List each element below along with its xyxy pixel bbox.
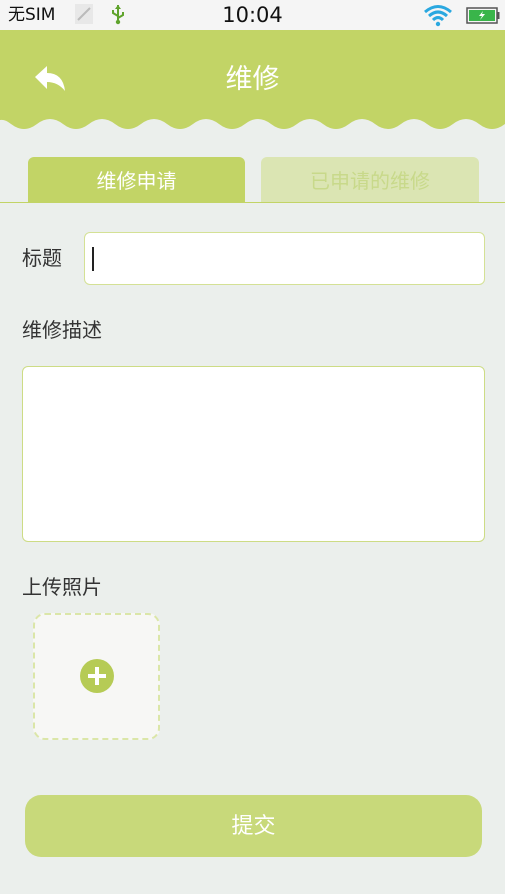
add-photo-button[interactable] — [33, 613, 160, 740]
submit-button[interactable]: 提交 — [25, 795, 482, 857]
plus-circle-icon — [80, 659, 114, 693]
tab-divider — [0, 202, 505, 203]
wifi-icon — [424, 5, 452, 27]
upload-photo-label: 上传照片 — [22, 575, 102, 599]
tab-repair-request[interactable]: 维修申请 — [28, 157, 245, 203]
page-title: 维修 — [225, 64, 280, 95]
status-bar: 无SIM 10:04 — [0, 0, 505, 30]
description-label: 维修描述 — [22, 318, 102, 342]
tab-submitted-repairs[interactable]: 已申请的维修 — [261, 157, 479, 203]
app-header: 维修 — [0, 30, 505, 130]
title-label: 标题 — [22, 246, 62, 270]
title-input[interactable] — [84, 232, 485, 285]
text-caret — [92, 247, 94, 271]
description-textarea[interactable] — [22, 366, 485, 542]
battery-icon — [466, 7, 500, 24]
